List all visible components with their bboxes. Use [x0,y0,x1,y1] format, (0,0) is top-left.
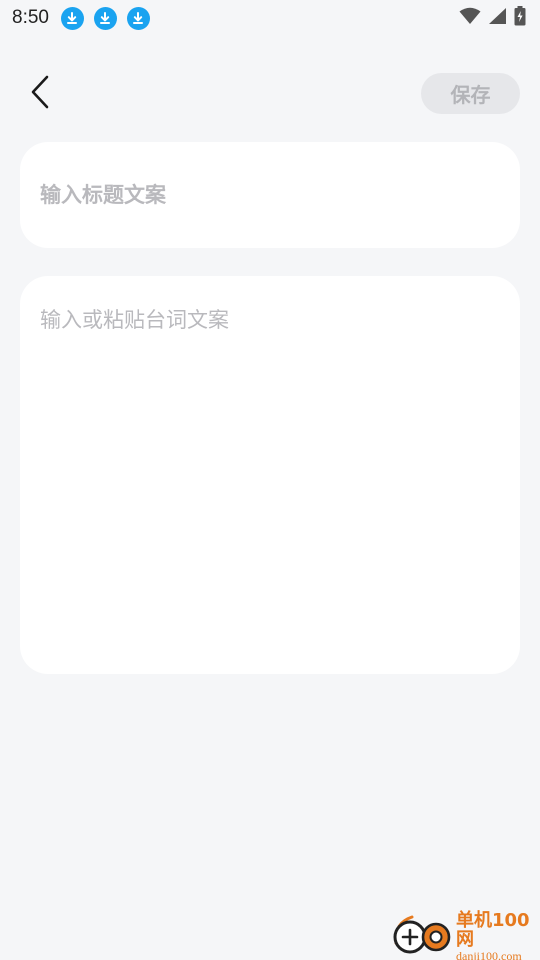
back-button[interactable] [20,72,60,116]
download-icon [93,6,117,30]
title-card [20,142,520,248]
status-left: 8:50 [12,6,150,30]
script-content-input[interactable] [40,306,500,646]
status-right [459,6,526,30]
cell-signal-icon [488,7,507,29]
download-icon [126,6,150,30]
watermark-text: 单机100网 danji100.com [456,909,540,960]
status-time: 8:50 [12,7,49,28]
wifi-icon [459,7,481,29]
watermark-url: danji100.com [456,948,522,960]
status-bar: 8:50 [0,0,540,36]
save-button[interactable]: 保存 [421,73,520,114]
watermark-logo-icon [390,913,452,960]
chevron-left-icon [29,74,51,114]
watermark-name: 单机100网 [456,909,530,950]
content-card [20,276,520,674]
download-icon [60,6,84,30]
watermark: 单机100网 danji100.com [390,909,540,960]
title-input[interactable] [40,172,500,218]
battery-charging-icon [514,6,526,30]
